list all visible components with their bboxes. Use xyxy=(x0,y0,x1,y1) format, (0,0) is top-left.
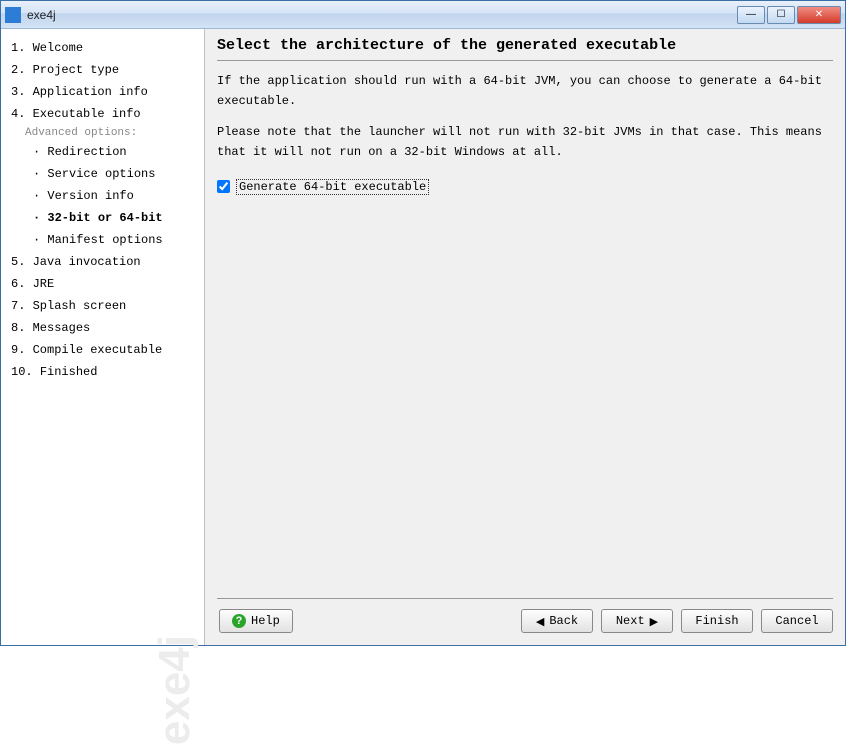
minimize-button[interactable]: — xyxy=(737,6,765,24)
generate-64bit-checkbox[interactable] xyxy=(217,180,230,193)
sidebar-item-messages[interactable]: 8. Messages xyxy=(11,317,200,339)
sidebar-sub-32-64-bit[interactable]: · 32-bit or 64-bit xyxy=(11,207,200,229)
watermark: exe4j xyxy=(150,635,200,745)
titlebar: exe4j — ☐ ✕ xyxy=(1,1,845,29)
page-title: Select the architecture of the generated… xyxy=(217,37,833,61)
main-panel: Select the architecture of the generated… xyxy=(205,29,845,645)
sidebar-item-java-invocation[interactable]: 5. Java invocation xyxy=(11,251,200,273)
window-title: exe4j xyxy=(27,8,735,22)
sidebar-sub-version-info[interactable]: · Version info xyxy=(11,185,200,207)
back-button[interactable]: ◀Back xyxy=(521,609,593,633)
sidebar-item-splash[interactable]: 7. Splash screen xyxy=(11,295,200,317)
description-2: Please note that the launcher will not r… xyxy=(217,122,833,163)
footer-buttons: ◀Back Next▶ Finish Cancel xyxy=(521,609,833,633)
sidebar-sub-service-options[interactable]: · Service options xyxy=(11,163,200,185)
sidebar-sub-manifest[interactable]: · Manifest options xyxy=(11,229,200,251)
checkbox-row: Generate 64-bit executable xyxy=(217,179,833,195)
window-controls: — ☐ ✕ xyxy=(735,6,841,24)
description-1: If the application should run with a 64-… xyxy=(217,71,833,112)
sidebar-item-app-info[interactable]: 3. Application info xyxy=(11,81,200,103)
finish-button[interactable]: Finish xyxy=(681,609,753,633)
sidebar-item-project-type[interactable]: 2. Project type xyxy=(11,59,200,81)
main-window: exe4j — ☐ ✕ 1. Welcome 2. Project type 3… xyxy=(0,0,846,646)
cancel-button[interactable]: Cancel xyxy=(761,609,833,633)
sidebar-item-compile[interactable]: 9. Compile executable xyxy=(11,339,200,361)
sidebar-item-welcome[interactable]: 1. Welcome xyxy=(11,37,200,59)
maximize-button[interactable]: ☐ xyxy=(767,6,795,24)
sidebar-item-jre[interactable]: 6. JRE xyxy=(11,273,200,295)
sidebar-sub-redirection[interactable]: · Redirection xyxy=(11,141,200,163)
sidebar-item-finished[interactable]: 10. Finished xyxy=(11,361,200,383)
generate-64bit-label[interactable]: Generate 64-bit executable xyxy=(236,179,429,195)
next-button[interactable]: Next▶ xyxy=(601,609,673,633)
arrow-left-icon: ◀ xyxy=(536,615,544,628)
app-icon xyxy=(5,7,21,23)
sidebar-advanced-header: Advanced options: xyxy=(11,125,200,141)
footer: ? Help ◀Back Next▶ Finish Cancel xyxy=(217,598,833,645)
sidebar-item-exe-info[interactable]: 4. Executable info xyxy=(11,103,200,125)
close-button[interactable]: ✕ xyxy=(797,6,841,24)
arrow-right-icon: ▶ xyxy=(650,615,658,628)
sidebar: 1. Welcome 2. Project type 3. Applicatio… xyxy=(1,29,205,645)
content-area: 1. Welcome 2. Project type 3. Applicatio… xyxy=(1,29,845,645)
help-icon: ? xyxy=(232,614,246,628)
help-button[interactable]: ? Help xyxy=(219,609,293,633)
